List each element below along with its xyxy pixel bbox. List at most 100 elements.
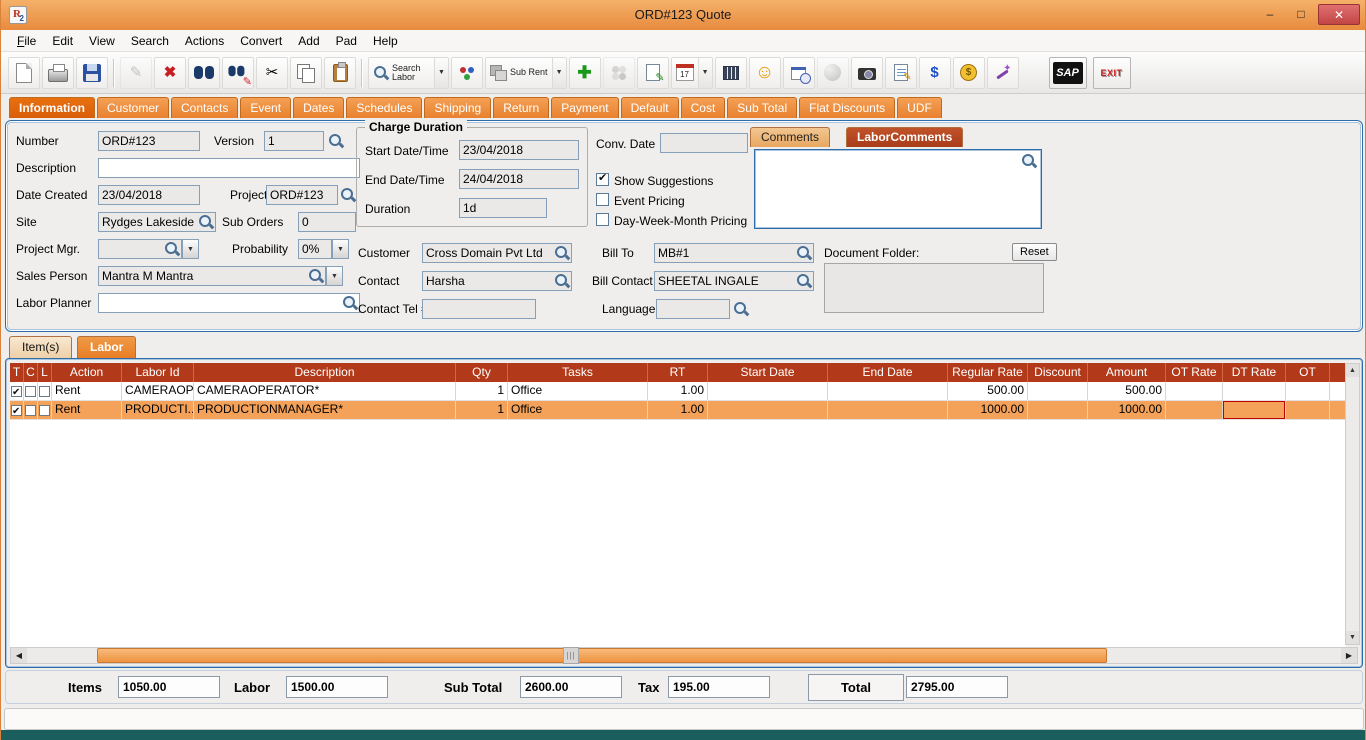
bill-to-search-icon[interactable] [796, 245, 812, 261]
row1-checkbox-l[interactable] [39, 386, 50, 397]
sales-person-field[interactable]: Mantra M Mantra [98, 266, 326, 286]
show-suggestions-checkbox[interactable] [596, 173, 609, 186]
sub-orders-field[interactable]: 0 [298, 212, 356, 232]
duration-field[interactable]: 1d [459, 198, 547, 218]
col-header-ot[interactable]: OT [1286, 363, 1330, 382]
cell-qty[interactable]: 1 [456, 401, 508, 420]
money-button[interactable]: $ [953, 57, 985, 89]
sales-person-search-icon[interactable] [308, 268, 324, 284]
minimize-button[interactable]: – [1256, 4, 1284, 25]
col-header-description[interactable]: Description [194, 363, 456, 382]
cell-ot[interactable] [1286, 382, 1330, 401]
cell-tasks[interactable]: Office [508, 401, 648, 420]
barcode-button[interactable] [715, 57, 747, 89]
number-field[interactable]: ORD#123 [98, 131, 200, 151]
tab-cost[interactable]: Cost [681, 97, 726, 118]
cell-amount[interactable]: 1000.00 [1088, 401, 1166, 420]
col-header-discount[interactable]: Discount [1028, 363, 1088, 382]
row2-checkbox-t[interactable] [11, 405, 22, 416]
menu-pad[interactable]: Pad [328, 32, 365, 50]
description-field[interactable] [98, 158, 360, 178]
copy-button[interactable] [290, 57, 322, 89]
cell-regular-rate[interactable]: 1000.00 [948, 401, 1028, 420]
items-tab[interactable]: Item(s) [9, 336, 72, 358]
bill-contact-search-icon[interactable] [796, 273, 812, 289]
tab-return[interactable]: Return [493, 97, 549, 118]
scroll-left-icon[interactable]: ◀ [11, 648, 27, 663]
search-labor-button[interactable]: Search Labor [368, 57, 435, 89]
currency-button[interactable]: $ [919, 57, 951, 89]
tab-sub-total[interactable]: Sub Total [727, 97, 797, 118]
start-date-field[interactable]: 23/04/2018 [459, 140, 579, 160]
customer-search-icon[interactable] [554, 245, 570, 261]
bill-contact-field[interactable]: SHEETAL INGALE [654, 271, 814, 291]
table-row-1[interactable]: Rent CAMERAOP... CAMERAOPERATOR* 1 Offic… [10, 382, 1346, 401]
scroll-up-icon[interactable]: ▲ [1346, 364, 1359, 377]
delete-button[interactable]: ✖ [154, 57, 186, 89]
labor-comments-tab[interactable]: LaborComments [846, 127, 963, 147]
version-field[interactable]: 1 [264, 131, 324, 151]
comments-search-icon[interactable] [1021, 153, 1037, 169]
menu-edit[interactable]: Edit [44, 32, 81, 50]
cell-start-date[interactable] [708, 401, 828, 420]
edit-note-button[interactable] [637, 57, 669, 89]
cell-labor-id[interactable]: PRODUCTI... [122, 401, 194, 420]
print-button[interactable] [42, 57, 74, 89]
contact-search-icon[interactable] [554, 273, 570, 289]
notes-button[interactable] [885, 57, 917, 89]
find-edit-button[interactable]: ✎ [222, 57, 254, 89]
cell-amount[interactable]: 500.00 [1088, 382, 1166, 401]
tab-dates[interactable]: Dates [293, 97, 344, 118]
smiley-button[interactable]: ☺ [749, 57, 781, 89]
col-header-tasks[interactable]: Tasks [508, 363, 648, 382]
cell-regular-rate[interactable]: 500.00 [948, 382, 1028, 401]
row2-checkbox-l[interactable] [39, 405, 50, 416]
site-search-icon[interactable] [198, 214, 214, 230]
labor-planner-search-icon[interactable] [342, 295, 358, 311]
cell-ot-rate[interactable] [1166, 382, 1223, 401]
col-header-start-date[interactable]: Start Date [708, 363, 828, 382]
cell-discount[interactable] [1028, 382, 1088, 401]
comments-tab[interactable]: Comments [750, 127, 830, 147]
reset-button[interactable]: Reset [1012, 243, 1057, 261]
labor-planner-field[interactable] [98, 293, 360, 313]
project-mgr-dropdown[interactable]: ▼ [182, 239, 199, 259]
col-header-dt-rate[interactable]: DT Rate [1223, 363, 1286, 382]
cell-discount[interactable] [1028, 401, 1088, 420]
cell-start-date[interactable] [708, 382, 828, 401]
horizontal-scrollbar[interactable]: ◀ ||| ▶ [10, 647, 1358, 664]
event-pricing-checkbox[interactable] [596, 193, 609, 206]
menu-search[interactable]: Search [123, 32, 177, 50]
project-mgr-search-icon[interactable] [164, 241, 180, 257]
col-header-qty[interactable]: Qty [456, 363, 508, 382]
version-search-icon[interactable] [328, 133, 344, 149]
tab-flat-discounts[interactable]: Flat Discounts [799, 97, 895, 118]
col-header-c[interactable]: C [24, 363, 38, 382]
cell-action[interactable]: Rent [52, 401, 122, 420]
row2-checkbox-c[interactable] [25, 405, 36, 416]
cell-ot-rate[interactable] [1166, 401, 1223, 420]
search-labor-dropdown[interactable]: ▼ [435, 57, 449, 89]
cell-dt-rate-focused[interactable] [1223, 401, 1286, 420]
cell-end-date[interactable] [828, 401, 948, 420]
tab-event[interactable]: Event [240, 97, 291, 118]
sales-person-dropdown[interactable]: ▼ [326, 266, 343, 286]
sap-button[interactable]: SAP [1049, 57, 1087, 89]
col-header-ot-rate[interactable]: OT Rate [1166, 363, 1223, 382]
scroll-down-icon[interactable]: ▼ [1346, 631, 1359, 644]
paste-button[interactable] [324, 57, 356, 89]
calendar-dropdown[interactable]: ▼ [699, 57, 713, 89]
categories-button[interactable] [451, 57, 483, 89]
tab-udf[interactable]: UDF [897, 97, 942, 118]
probability-dropdown[interactable]: ▼ [332, 239, 349, 259]
splitter-grip[interactable]: ||| [563, 647, 579, 664]
add-button[interactable]: ✚ [569, 57, 601, 89]
sub-rent-button[interactable]: Sub Rent [485, 57, 553, 89]
menu-file[interactable]: File [9, 32, 44, 50]
scroll-right-icon[interactable]: ▶ [1341, 648, 1357, 663]
row1-checkbox-t[interactable] [11, 386, 22, 397]
col-header-end-date[interactable]: End Date [828, 363, 948, 382]
cell-description[interactable]: CAMERAOPERATOR* [194, 382, 456, 401]
contact-field[interactable]: Harsha [422, 271, 572, 291]
end-date-field[interactable]: 24/04/2018 [459, 169, 579, 189]
